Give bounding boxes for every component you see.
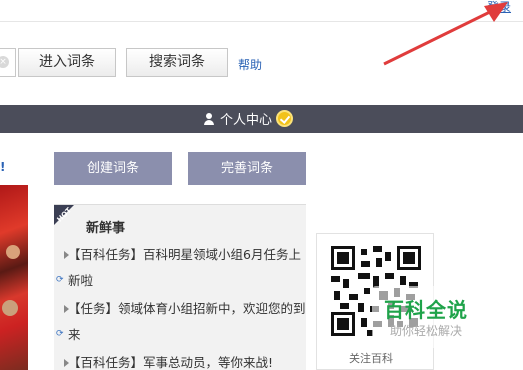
person-icon [204,113,214,125]
news-item[interactable]: 【百科任务】军事总动员，等你来战! [68,350,312,370]
help-link[interactable]: 帮助 [238,56,262,73]
qr-label: 关注百科 [349,352,393,365]
news-item-continuation[interactable]: 来 [68,322,312,348]
news-title: 新鲜事 [86,221,126,236]
news-item[interactable]: 【百科任务】百科明星领域小组6月任务上 [68,242,312,268]
improve-entry-button[interactable]: 完善词条 [188,152,306,185]
watermark-title: 百科全说 [384,298,468,322]
news-item-continuation[interactable]: 新啦 [68,268,312,294]
create-entry-button[interactable]: 创建词条 [54,152,172,185]
search-entry-button[interactable]: 搜索词条 [126,48,228,77]
coin-icon [276,110,294,127]
enter-entry-button[interactable]: 进入词条 [18,48,116,77]
search-row: × 进入词条 搜索词条 帮助 [0,48,380,80]
watermark-subtitle: 助你轻松解决 [390,324,463,338]
user-center-link[interactable]: 个人中心 [204,110,294,130]
news-box: HOT 新鲜事 【百科任务】百科明星领域小组6月任务上 ⟳ 新啦 【任务】领域体… [54,204,306,370]
refresh-icon: ⟳ [56,329,64,339]
nav-bar: 个人中心 [0,105,523,133]
left-edge-text: ! [0,160,6,174]
news-item[interactable]: 【任务】领域体育小组招新中，欢迎您的到 [68,296,312,322]
annotation-arrow-icon [383,2,508,66]
refresh-icon: ⟳ [56,275,64,285]
user-center-label: 个人中心 [220,113,273,128]
featured-image[interactable] [0,185,28,370]
